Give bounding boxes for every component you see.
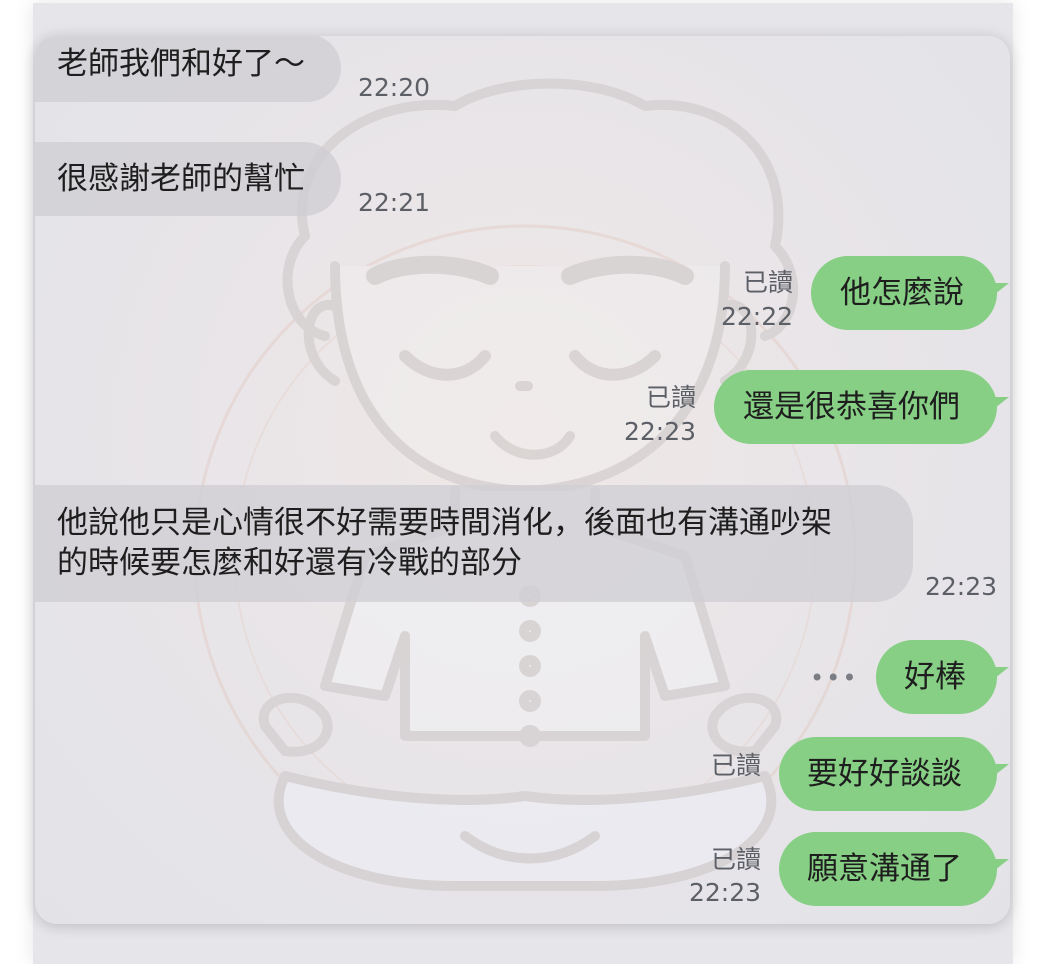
more-options-icon[interactable]: •••: [810, 664, 858, 692]
message-text-line: 他說他只是心情很不好需要時間消化，後面也有溝通吵架: [57, 505, 832, 541]
outgoing-message-bubble[interactable]: 還是很恭喜你們: [714, 370, 1009, 444]
outgoing-message-bubble[interactable]: 好棒: [876, 640, 1009, 714]
bubble-tail: [995, 764, 1009, 775]
message-text: 他說他只是心情很不好需要時間消化，後面也有溝通吵架 的時候要怎麼和好還有冷戰的部…: [57, 503, 832, 583]
message-text: 好棒: [904, 659, 966, 695]
message-time: 22:23: [924, 572, 997, 601]
incoming-message-bubble[interactable]: 很感謝老師的幫忙: [35, 142, 341, 216]
message-time: 22:22: [720, 302, 793, 331]
chat-window[interactable]: 老師我們和好了～ 22:20 很感謝老師的幫忙 22:21 已讀 22:22 他…: [35, 36, 1010, 924]
bubble-tail: [995, 283, 1009, 294]
message-text: 還是很恭喜你們: [743, 389, 960, 425]
message-text: 要好好談談: [807, 756, 962, 792]
message-text: 老師我們和好了～: [57, 46, 305, 82]
message-time: 22:21: [358, 188, 431, 217]
outgoing-message-bubble[interactable]: 他怎麼說: [811, 256, 1009, 330]
incoming-message-bubble[interactable]: 他說他只是心情很不好需要時間消化，後面也有溝通吵架 的時候要怎麼和好還有冷戰的部…: [35, 485, 913, 602]
message-text: 他怎麼說: [840, 275, 964, 311]
bubble-tail: [995, 397, 1009, 408]
message-time: 22:20: [358, 73, 431, 102]
incoming-message-bubble[interactable]: 老師我們和好了～: [35, 36, 341, 102]
message-time: 22:23: [688, 878, 761, 907]
message-time: 22:23: [623, 417, 696, 446]
message-text: 願意溝通了: [807, 851, 962, 887]
message-text: 很感謝老師的幫忙: [57, 161, 305, 197]
read-receipt: 已讀: [645, 383, 696, 412]
read-receipt: 已讀: [710, 751, 761, 780]
read-receipt: 已讀: [710, 845, 761, 874]
bubble-tail: [995, 859, 1009, 870]
message-text-line: 的時候要怎麼和好還有冷戰的部分: [57, 545, 522, 581]
outgoing-message-bubble[interactable]: 要好好談談: [779, 737, 1009, 811]
outgoing-message-bubble[interactable]: 願意溝通了: [779, 832, 1009, 906]
bubble-tail: [995, 667, 1009, 678]
read-receipt: 已讀: [742, 268, 793, 297]
